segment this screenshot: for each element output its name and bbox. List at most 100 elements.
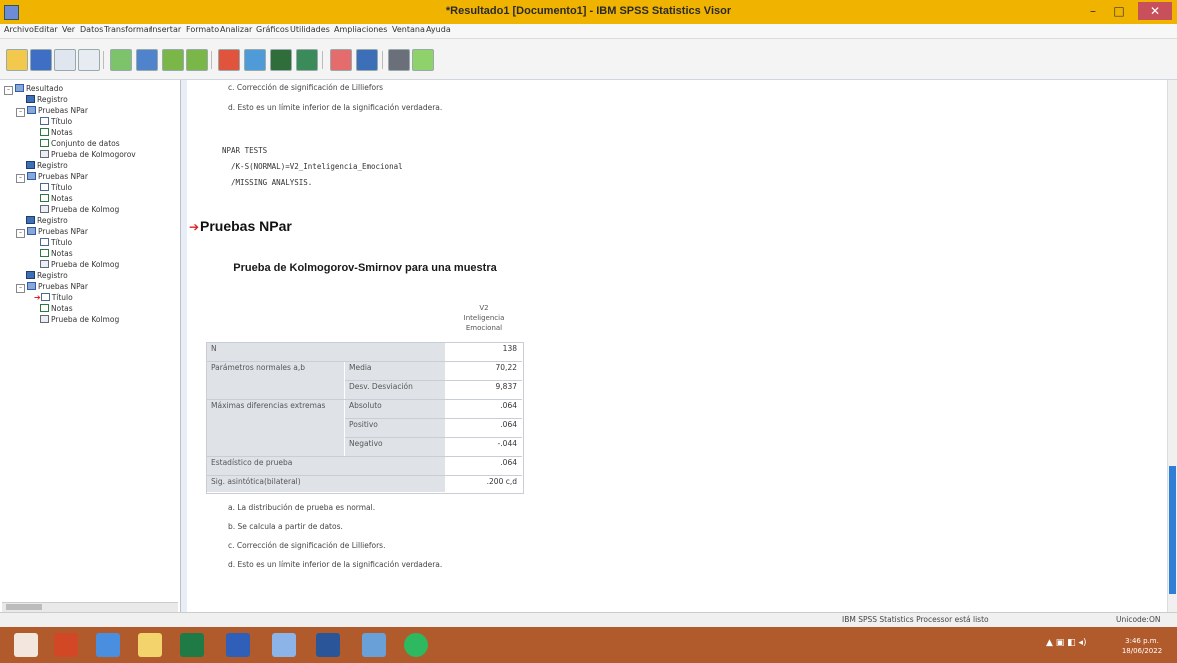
tree-item-notas[interactable]: Notas — [40, 194, 73, 205]
tree-item-titulo-selected[interactable]: ➔ Título — [34, 293, 73, 304]
previous-footnote-d: d. Esto es un límite inferior de la sign… — [228, 103, 443, 112]
collapse-icon[interactable]: – — [16, 174, 25, 183]
tree-item-registro[interactable]: Registro — [26, 95, 68, 106]
menu-transformar[interactable]: Transformar — [104, 25, 152, 34]
menu-datos[interactable]: Datos — [80, 25, 103, 34]
export-icon[interactable] — [110, 49, 132, 71]
tree-item-registro[interactable]: Registro — [26, 161, 68, 172]
browser-icon[interactable] — [362, 633, 386, 657]
menu-analizar[interactable]: Analizar — [220, 25, 252, 34]
log-icon — [26, 216, 35, 224]
powerpoint-icon[interactable] — [54, 633, 78, 657]
menu-archivo[interactable]: Archivo — [4, 25, 34, 34]
minimize-button[interactable]: – — [1080, 2, 1106, 20]
tree-item-titulo[interactable]: Título — [40, 238, 72, 249]
system-tray-icons[interactable]: ▲ ▣ ◧ ◂) — [1046, 638, 1102, 652]
tree-item-pruebas-npar[interactable]: – Pruebas NPar — [16, 106, 88, 117]
scroll-thumb[interactable] — [1169, 466, 1176, 594]
menu-utilidades[interactable]: Utilidades — [290, 25, 330, 34]
goto-case-icon[interactable] — [244, 49, 266, 71]
save-icon[interactable] — [30, 49, 52, 71]
toolbar — [0, 39, 1177, 80]
row-label: Sig. asintótica(bilateral) — [207, 476, 445, 492]
menu-ampliaciones[interactable]: Ampliaciones — [334, 25, 387, 34]
toolbar-separator — [382, 51, 383, 69]
open-folder-icon[interactable] — [6, 49, 28, 71]
tree-item-titulo[interactable]: Título — [40, 117, 72, 128]
dataset-icon — [40, 139, 49, 147]
excel-icon[interactable] — [180, 633, 204, 657]
tree-item-prueba-kolmogorov[interactable]: Prueba de Kolmog — [40, 260, 119, 271]
vertical-scrollbar[interactable] — [1167, 80, 1177, 612]
book-icon — [27, 227, 36, 235]
row-sublabel: Media — [345, 362, 445, 380]
print-preview-icon[interactable] — [78, 49, 100, 71]
file-explorer-icon[interactable] — [138, 633, 162, 657]
promote-icon[interactable] — [330, 49, 352, 71]
footnote-d: d. Esto es un límite inferior de la sign… — [228, 560, 443, 569]
tree-item-resultado[interactable]: – Resultado — [4, 84, 63, 95]
menu-formato[interactable]: Formato — [186, 25, 219, 34]
tree-item-prueba-kolmogorov[interactable]: Prueba de Kolmog — [40, 315, 119, 326]
book-icon — [27, 172, 36, 180]
log-icon — [26, 95, 35, 103]
menu-insertar[interactable]: Insertar — [150, 25, 181, 34]
maximize-button[interactable]: □ — [1106, 2, 1132, 20]
menu-graficos[interactable]: Gráficos — [256, 25, 289, 34]
word-icon[interactable] — [316, 633, 340, 657]
tree-item-pruebas-npar[interactable]: – Pruebas NPar — [16, 227, 88, 238]
menu-ver[interactable]: Ver — [62, 25, 75, 34]
print-icon[interactable] — [54, 49, 76, 71]
unicode-status: Unicode:ON — [1116, 615, 1161, 624]
whatsapp-icon[interactable] — [404, 633, 428, 657]
tree-item-prueba-kolmogorov[interactable]: Prueba de Kolmogorov — [40, 150, 136, 161]
menu-ayuda[interactable]: Ayuda — [426, 25, 451, 34]
log-icon — [26, 161, 35, 169]
tree-item-notas[interactable]: Notas — [40, 128, 73, 139]
row-divider — [345, 380, 522, 381]
output-heading[interactable]: Pruebas NPar — [200, 218, 292, 234]
tree-item-titulo[interactable]: Título — [40, 183, 72, 194]
clock-time: 3:46 p.m. — [1125, 637, 1159, 645]
hide-icon[interactable] — [388, 49, 410, 71]
tree-horizontal-scrollbar[interactable] — [2, 602, 178, 612]
menu-editar[interactable]: Editar — [34, 25, 58, 34]
scroll-thumb[interactable] — [6, 604, 42, 610]
notes-icon — [40, 304, 49, 312]
title-icon — [40, 117, 49, 125]
tree-item-notas[interactable]: Notas — [40, 304, 73, 315]
row-value: 70,22 — [446, 362, 521, 380]
tree-item-registro[interactable]: Registro — [26, 216, 68, 227]
collapse-icon[interactable]: – — [16, 108, 25, 117]
footnote-a: a. La distribución de prueba es normal. — [228, 503, 376, 512]
taskbar-clock[interactable]: 3:46 p.m. 18/06/2022 — [1110, 636, 1174, 656]
notepad-icon[interactable] — [272, 633, 296, 657]
collapse-icon[interactable]: – — [4, 86, 13, 95]
headset-icon[interactable] — [226, 633, 250, 657]
tree-item-notas[interactable]: Notas — [40, 249, 73, 260]
show-icon[interactable] — [412, 49, 434, 71]
tree-item-registro[interactable]: Registro — [26, 271, 68, 282]
selection-arrow-icon: ➔ — [34, 293, 41, 302]
variables-icon[interactable] — [270, 49, 292, 71]
start-icon[interactable] — [14, 633, 38, 657]
footnote-c: c. Corrección de significación de Lillie… — [228, 541, 386, 550]
collapse-icon[interactable]: – — [16, 229, 25, 238]
title-icon — [40, 183, 49, 191]
row-label: Máximas diferencias extremas — [207, 400, 344, 456]
chrome-icon[interactable] — [96, 633, 120, 657]
insert-output-icon[interactable] — [296, 49, 318, 71]
demote-icon[interactable] — [356, 49, 378, 71]
menu-ventana[interactable]: Ventana — [392, 25, 425, 34]
tree-item-conjunto-datos[interactable]: Conjunto de datos — [40, 139, 120, 150]
tree-item-prueba-kolmogorov[interactable]: Prueba de Kolmog — [40, 205, 119, 216]
close-button[interactable]: ✕ — [1138, 2, 1172, 20]
row-value: .200 c,d — [446, 476, 521, 492]
tree-item-pruebas-npar[interactable]: – Pruebas NPar — [16, 172, 88, 183]
redo-icon[interactable] — [186, 49, 208, 71]
collapse-icon[interactable]: – — [16, 284, 25, 293]
goto-data-icon[interactable] — [218, 49, 240, 71]
recall-dialog-icon[interactable] — [136, 49, 158, 71]
undo-icon[interactable] — [162, 49, 184, 71]
tree-item-pruebas-npar[interactable]: – Pruebas NPar — [16, 282, 88, 293]
